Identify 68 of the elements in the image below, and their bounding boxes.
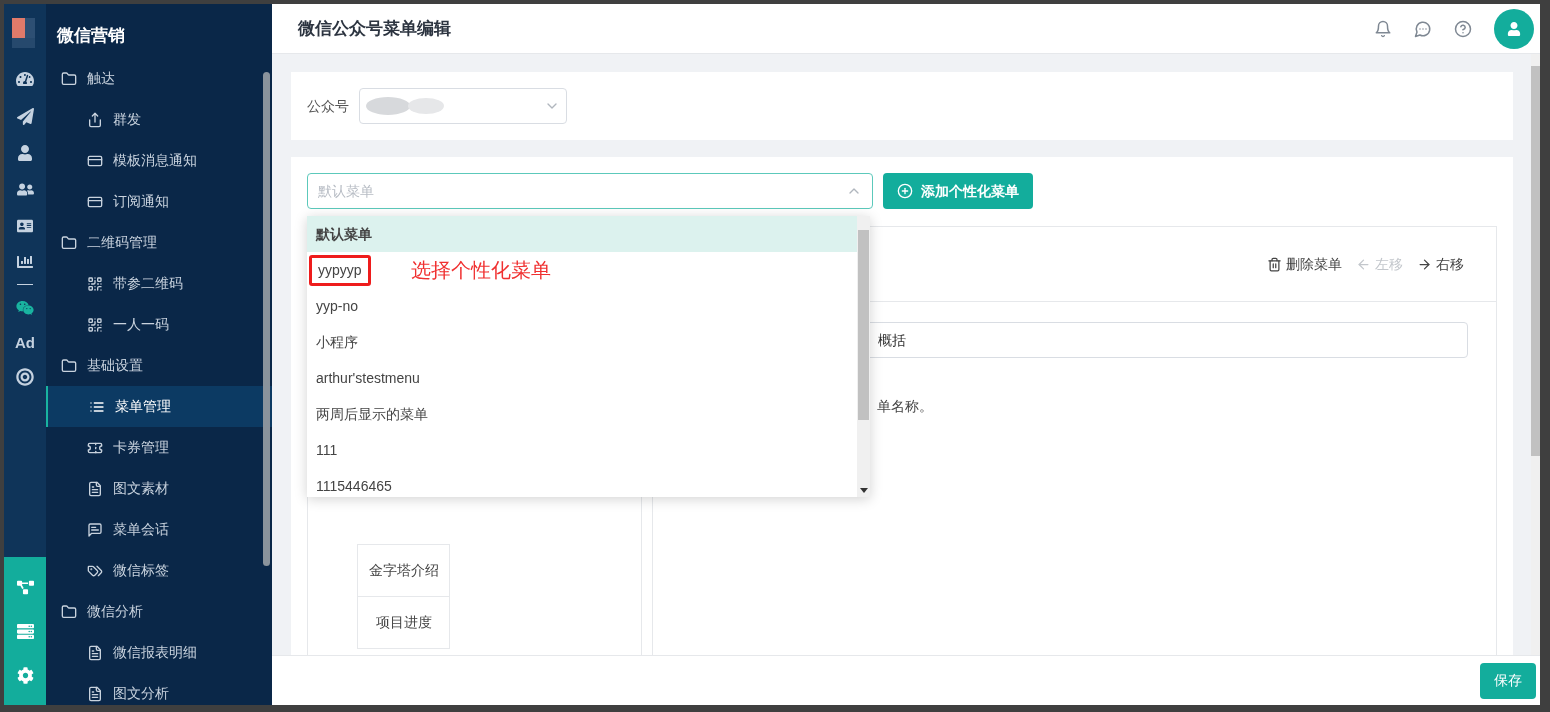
dropdown-option[interactable]: 1115446465 bbox=[307, 468, 857, 497]
target-icon[interactable] bbox=[16, 368, 34, 386]
trash-icon bbox=[1267, 256, 1282, 272]
settings-icon[interactable] bbox=[16, 666, 34, 684]
sidebar-item[interactable]: 一人一码 bbox=[46, 304, 272, 345]
item-icon bbox=[87, 480, 103, 497]
help-icon[interactable] bbox=[1454, 19, 1472, 38]
dropdown-option[interactable]: 111 bbox=[307, 432, 857, 468]
preview-menu-item[interactable]: 项目进度 bbox=[357, 596, 450, 649]
folder-icon bbox=[61, 70, 77, 87]
message-icon[interactable] bbox=[1414, 19, 1432, 38]
sidebar-group[interactable]: 触达 bbox=[46, 58, 272, 99]
editor-action[interactable]: 删除菜单 bbox=[1267, 253, 1342, 275]
sidebar-item[interactable]: 微信标签 bbox=[46, 550, 272, 591]
sidebar-group[interactable]: 微信分析 bbox=[46, 591, 272, 632]
dropdown-option[interactable]: yypyyp 选择个性化菜单 bbox=[307, 252, 857, 288]
dropdown-option[interactable]: 小程序 bbox=[307, 324, 857, 360]
annotation-text: 选择个性化菜单 bbox=[410, 258, 551, 283]
sidebar-item[interactable]: 卡券管理 bbox=[46, 427, 272, 468]
editor-action[interactable]: 右移 bbox=[1417, 253, 1464, 275]
dashboard-icon[interactable] bbox=[16, 70, 34, 88]
sidebar-item[interactable]: 菜单管理 bbox=[46, 386, 272, 427]
menu-select-input[interactable]: 默认菜单 bbox=[318, 180, 846, 202]
notification-icon[interactable] bbox=[1374, 19, 1392, 38]
item-icon bbox=[87, 644, 103, 661]
sidebar-item[interactable]: 群发 bbox=[46, 99, 272, 140]
item-icon bbox=[87, 316, 103, 333]
folder-icon bbox=[61, 603, 77, 620]
preview-menu-item[interactable]: 金字塔介绍 bbox=[357, 544, 450, 597]
sidebar-item[interactable]: 图文素材 bbox=[46, 468, 272, 509]
account-label: 公众号 bbox=[307, 96, 349, 116]
item-icon bbox=[87, 521, 103, 538]
server-icon[interactable] bbox=[16, 622, 34, 640]
user-icon[interactable] bbox=[17, 145, 33, 161]
page-title: 微信公众号菜单编辑 bbox=[298, 17, 451, 40]
sidebar-group[interactable]: 基础设置 bbox=[46, 345, 272, 386]
sidebar-item[interactable]: 菜单会话 bbox=[46, 509, 272, 550]
dropdown-option[interactable]: arthur'stestmenu bbox=[307, 360, 857, 396]
item-icon bbox=[87, 685, 103, 702]
sidebar-item[interactable]: 模板消息通知 bbox=[46, 140, 272, 181]
field-hint: 单名称。 bbox=[876, 397, 934, 416]
sidebar-group[interactable]: 二维码管理 bbox=[46, 222, 272, 263]
plus-circle-icon bbox=[897, 183, 913, 199]
users-icon[interactable] bbox=[16, 181, 34, 198]
sidebar-title: 微信营销 bbox=[56, 25, 126, 48]
sidebar-item[interactable]: 带参二维码 bbox=[46, 263, 272, 304]
sidebar-item[interactable]: 微信报表明细 bbox=[46, 632, 272, 673]
dropdown-option[interactable]: 两周后显示的菜单 bbox=[307, 396, 857, 432]
folder-icon bbox=[61, 234, 77, 251]
sidebar-item[interactable]: 订阅通知 bbox=[46, 181, 272, 222]
avatar[interactable] bbox=[1494, 8, 1534, 49]
menu-select[interactable]: 默认菜单 bbox=[307, 173, 873, 209]
sidebar-item[interactable]: 图文分析 bbox=[46, 673, 272, 705]
scrollbar-thumb[interactable] bbox=[858, 230, 869, 420]
dropdown-option[interactable]: 默认菜单 bbox=[307, 216, 857, 252]
network-icon[interactable] bbox=[16, 578, 34, 596]
item-icon bbox=[87, 275, 103, 292]
wechat-icon[interactable] bbox=[16, 299, 34, 317]
arrow-right-icon bbox=[1417, 256, 1432, 272]
send-icon[interactable] bbox=[16, 108, 34, 125]
scroll-down-icon[interactable] bbox=[859, 488, 868, 493]
bar-chart-icon[interactable] bbox=[17, 254, 33, 270]
dropdown-option[interactable]: yyp-no bbox=[307, 288, 857, 324]
ad-icon[interactable]: Ad bbox=[15, 335, 35, 350]
folder-icon bbox=[61, 357, 77, 374]
contact-card-icon[interactable] bbox=[17, 218, 33, 234]
item-icon bbox=[87, 111, 103, 128]
user-icon bbox=[1507, 21, 1521, 36]
